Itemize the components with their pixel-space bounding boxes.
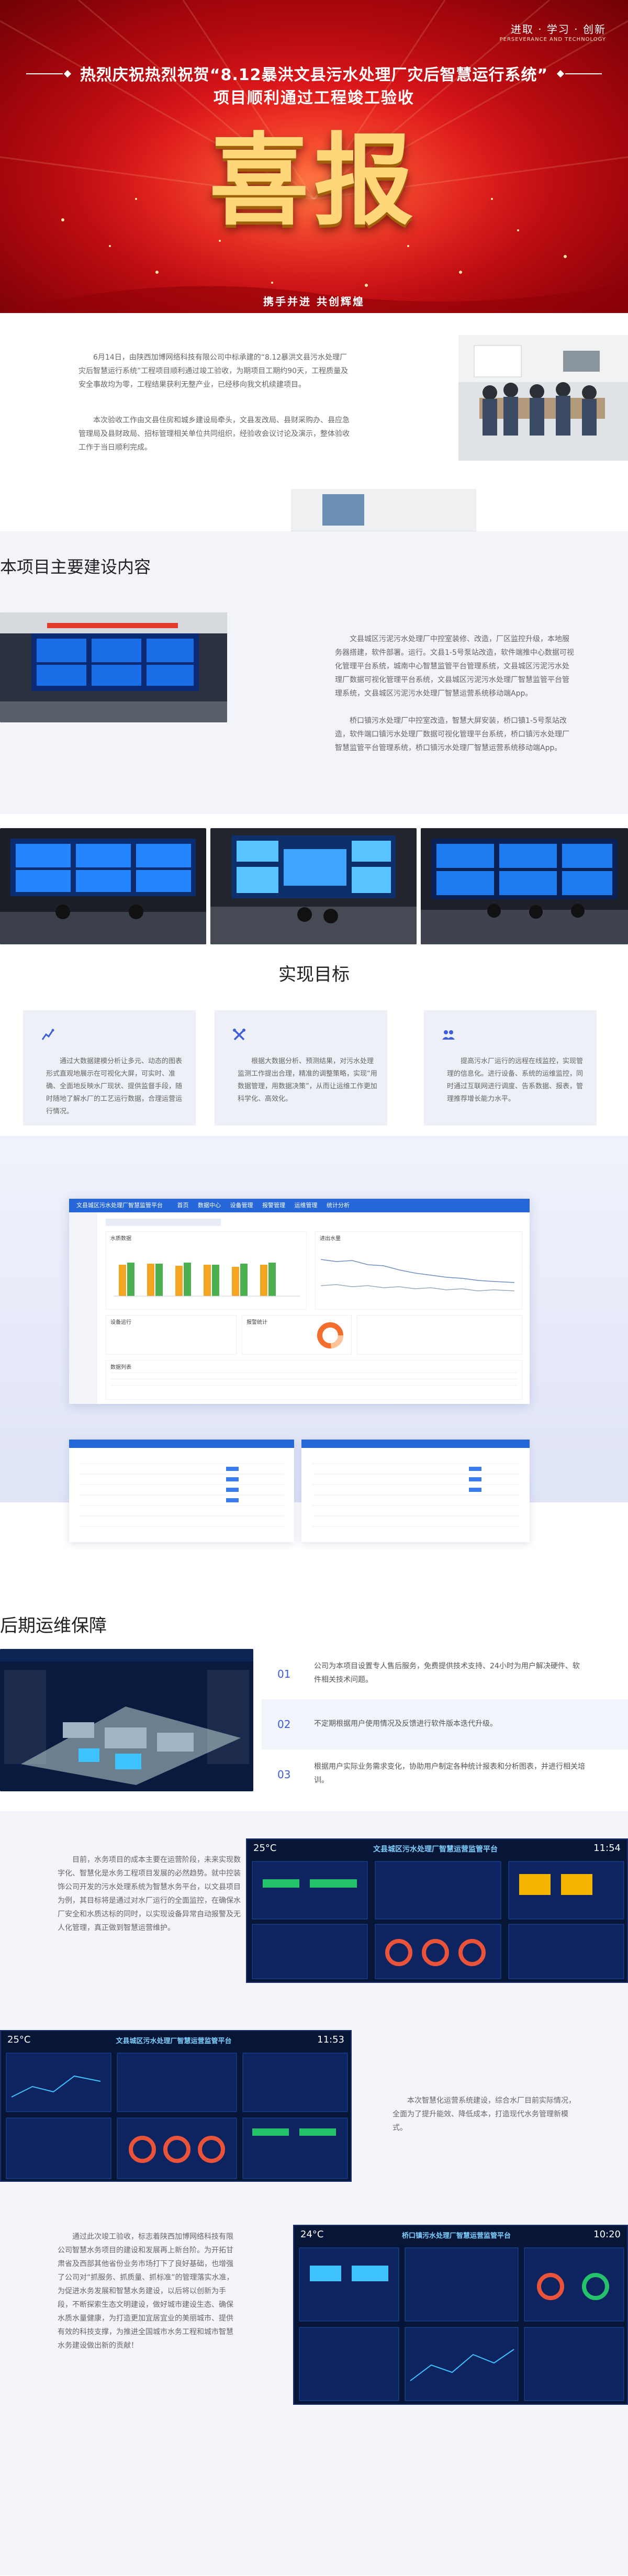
goal-card-3-text: 提高污水厂运行的远程在线监控，实现管理的信息化。进行设备、系统的运维监控，同时通… <box>447 1057 584 1103</box>
maintenance-item-2-text: 不定期根据用户使用情况及反馈进行软件版本迭代升级。 <box>314 1720 497 1728</box>
big-screen-dashboard-1: 25°C 文县城区污水处理厂智慧运营监管平台 11:54 <box>246 1838 628 1983</box>
lower-paragraph-3: 通过此次竣工验收，标志着陕西加博网络科技有限公司智慧水务项目的建设和发展再上新台… <box>58 2233 234 2350</box>
screen-3-temperature: 24°C <box>300 2229 324 2240</box>
goal-card-2-text: 根据大数据分析、预测结果，对污水处理监测工作提出合理，精准的调整策略，实现“用数… <box>238 1057 377 1103</box>
construction-paragraph-2: 桥口镇污水处理厂中控室改造，智慧大屏安装，桥口镇1-5号泵站改造，软件端口镇污水… <box>335 717 569 752</box>
list-1-table <box>80 1463 284 1527</box>
dashboard-bar-panel-title: 水质数据 <box>110 1236 131 1242</box>
lower-paragraph-2: 本次智慧化运营系统建设，综合水厂目前实际情况，全面为了提升能效、降低成本，打造现… <box>392 2097 576 2132</box>
hero-slogan: 携手并进 共创辉煌 <box>263 295 365 308</box>
maintenance-item-1-number: 01 <box>277 1668 291 1680</box>
screen-2-time: 11:53 <box>317 2034 344 2045</box>
goal-card-1-text: 通过大数据建模分析让多元、动态的图表形式直观地展示在可视化大屏，可实时、准确、全… <box>46 1057 183 1116</box>
list-2-header <box>301 1440 530 1448</box>
dashboard-tab-ops: 运维管理 <box>294 1202 318 1209</box>
screen-1-widgets <box>252 1861 624 1979</box>
table-row <box>110 1385 518 1391</box>
dashboard-header-title: 文县城区污水处理厂智慧监管平台 <box>76 1202 163 1209</box>
dashboard-tab-data: 数据中心 <box>198 1202 221 1209</box>
list-1-header <box>69 1440 294 1448</box>
screen-3-time: 10:20 <box>593 2229 621 2240</box>
construction-heading: 本项目主要建设内容 <box>0 557 151 577</box>
control-room-photo-3 <box>210 828 417 944</box>
maintenance-item-2-number: 02 <box>277 1718 291 1731</box>
screen-1-temperature: 25°C <box>253 1843 277 1854</box>
hero-motto: 进取 · 学习 · 创新 <box>510 23 606 36</box>
maintenance-item-1-text: 公司为本项目设置专人售后服务，免费提供技术支持、24小时为用户解决硬件、软件相关… <box>314 1662 580 1684</box>
dashboard-alarm-panel: 报警统计 <box>242 1315 352 1355</box>
maintenance-item-3-number: 03 <box>277 1768 291 1781</box>
maintenance-item-3: 03 根据用户实际业务需求变化，协助用户制定各种统计报表和分析图表，并进行相关培… <box>262 1749 628 1800</box>
screen-2-widgets <box>6 2053 348 2179</box>
goal-card-3: 提高污水厂运行的远程在线监控，实现管理的信息化。进行设备、系统的运维监控，同时通… <box>424 1010 597 1125</box>
maintenance-item-3-text: 根据用户实际业务需求变化，协助用户制定各种统计报表和分析图表，并进行相关培训。 <box>314 1763 585 1785</box>
control-room-photo-2 <box>0 828 206 944</box>
maintenance-item-1: 01 公司为本项目设置专人售后服务，免费提供技术支持、24小时为用户解决硬件、软… <box>262 1649 628 1699</box>
web-list-screenshot-2 <box>301 1440 530 1542</box>
hero-banner: 进取 · 学习 · 创新 PERSEVERANCE AND TECHNOLOGY… <box>0 0 628 313</box>
dashboard-breadcrumb <box>106 1219 221 1226</box>
screen-1-title: 文县城区污水处理厂智慧运营监管平台 <box>373 1845 498 1854</box>
dashboard-sidebar <box>69 1212 97 1404</box>
web-dashboard-screenshot: 文县城区污水处理厂智慧监管平台 首页 数据中心 设备管理 报警管理 运维管理 统… <box>69 1199 530 1404</box>
dashboard-stat-panel <box>357 1315 522 1355</box>
big-screen-dashboard-2: 25°C 文县城区污水处理厂智慧运营监管平台 11:53 <box>0 2030 352 2182</box>
list-2-table <box>312 1463 519 1527</box>
table-row <box>110 1373 518 1379</box>
dashboard-device-panel: 设备运行 <box>106 1315 237 1355</box>
dashboard-line-panel: 进出水量 <box>315 1231 522 1310</box>
hero-title-line1: 热烈庆祝热烈祝贺“8.12暴洪文县污水处理厂灾后智慧运行系统” <box>80 66 548 84</box>
dashboard-tab-device: 设备管理 <box>230 1202 253 1209</box>
control-room-photo-4 <box>421 828 628 944</box>
meeting-photo-1 <box>458 335 628 461</box>
maintenance-heading: 后期运维保障 <box>0 1615 107 1636</box>
plant-3d-model-image <box>0 1649 253 1791</box>
chart-icon <box>41 1029 54 1040</box>
dashboard-table-panel: 数据列表 <box>106 1360 522 1400</box>
screen-3-title: 桥口镇污水处理厂智慧运营监管平台 <box>401 2232 511 2240</box>
users-icon <box>442 1030 455 1040</box>
intro-paragraph-2: 本次验收工作由文县住房和城乡建设局牵头，文县发改局、县财采购办、县应急管理局及县… <box>78 416 350 452</box>
screen-2-temperature: 25°C <box>7 2034 31 2045</box>
goals-heading: 实现目标 <box>278 964 350 985</box>
dashboard-line-chart <box>320 1259 515 1291</box>
construction-paragraph-1: 文县城区污泥污水处理厂中控室装修、改造，厂区监控升级，本地服务器搭建，软件部署。… <box>335 635 574 698</box>
dashboard-bar-panel: 水质数据 <box>106 1231 307 1310</box>
intro-paragraph-1: 6月14日，由陕西加博网络科技有限公司中标承建的“8.12暴洪文县污水处理厂灾后… <box>78 353 349 389</box>
lower-paragraph-1: 目前，水务项目的成本主要在运营阶段，未来实现数字化、智慧化是水务工程项目发展的必… <box>58 1856 241 1932</box>
dashboard-header: 文县城区污水处理厂智慧监管平台 首页 数据中心 设备管理 报警管理 运维管理 统… <box>69 1199 530 1212</box>
hero-big-text: 喜报 <box>209 122 419 239</box>
table-row <box>110 1379 518 1385</box>
goal-card-2: 根据大数据分析、预测结果，对污水处理监测工作提出合理，精准的调整策略，实现“用数… <box>215 1010 387 1125</box>
goal-card-1: 通过大数据建模分析让多元、动态的图表形式直观地展示在可视化大屏，可实时、准确、全… <box>23 1010 196 1125</box>
maintenance-item-2: 02 不定期根据用户使用情况及反馈进行软件版本迭代升级。 <box>262 1699 628 1749</box>
dashboard-device-panel-title: 设备运行 <box>110 1320 131 1325</box>
dashboard-tab-alarm: 报警管理 <box>262 1202 285 1209</box>
dashboard-table-title: 数据列表 <box>110 1365 131 1370</box>
web-list-screenshot-1 <box>69 1440 294 1542</box>
dashboard-bar-chart <box>114 1263 300 1297</box>
control-room-photo <box>0 612 227 722</box>
dashboard-tab-stats: 统计分析 <box>327 1202 350 1209</box>
tools-icon <box>233 1029 245 1041</box>
dashboard-line-panel-title: 进出水量 <box>320 1236 341 1242</box>
screen-1-time: 11:54 <box>593 1843 621 1854</box>
screen-3-widgets <box>299 2247 624 2401</box>
page-root: 进取 · 学习 · 创新 PERSEVERANCE AND TECHNOLOGY… <box>0 0 628 2576</box>
hero-title-line2: 项目顺利通过工程竣工验收 <box>214 89 414 107</box>
dashboard-tab-home: 首页 <box>177 1202 189 1209</box>
screen-2-title: 文县城区污水处理厂智慧运营监管平台 <box>116 2037 232 2045</box>
big-screen-dashboard-3: 24°C 桥口镇污水处理厂智慧运营监管平台 10:20 <box>293 2225 628 2405</box>
hero-motto-en: PERSEVERANCE AND TECHNOLOGY <box>499 37 606 42</box>
dashboard-donut-chart <box>317 1322 343 1348</box>
